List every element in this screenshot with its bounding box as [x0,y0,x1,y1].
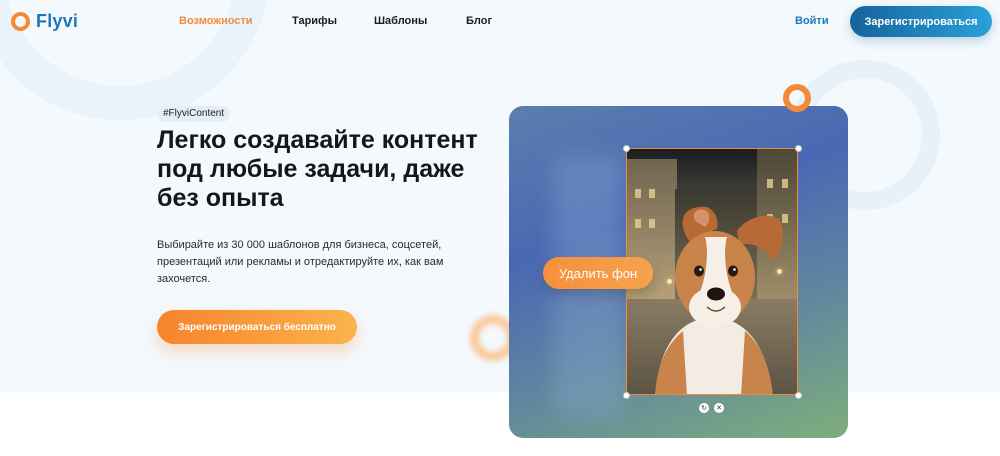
decorative-ring-orange [783,84,811,112]
login-link[interactable]: Войти [795,15,829,27]
signup-free-button[interactable]: Зарегистрироваться бесплатно [157,310,357,344]
remove-background-button[interactable]: Удалить фон [543,257,653,289]
hero-title: Легко создавайте контент под любые задач… [157,126,478,212]
resize-handle[interactable] [795,145,802,152]
rotate-icon[interactable]: ↻ [699,403,709,413]
nav-item-templates[interactable]: Шаблоны [374,15,427,27]
signup-button[interactable]: Зарегистрироваться [850,6,992,37]
nav-item-pricing[interactable]: Тарифы [292,15,337,27]
hero-description: Выбирайте из 30 000 шаблонов для бизнеса… [157,239,444,285]
hashtag-badge: #FlyviContent [157,106,231,122]
resize-handle[interactable] [795,392,802,399]
hero-background [0,0,1000,392]
nav-item-blog[interactable]: Блог [466,15,492,27]
resize-handle[interactable] [623,392,630,399]
editor-preview-card: Удалить фон ↻ ✕ [509,106,848,438]
resize-handle[interactable] [623,145,630,152]
nav-item-features[interactable]: Возможности [179,15,253,27]
delete-icon[interactable]: ✕ [714,403,724,413]
